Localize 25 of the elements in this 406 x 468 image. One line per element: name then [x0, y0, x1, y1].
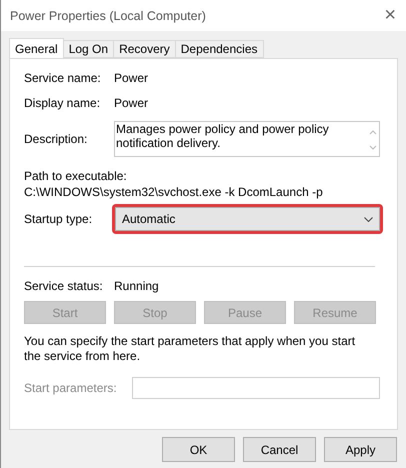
hint-text: You can specify the start parameters that apply when you start the service from here.: [24, 334, 356, 364]
field-label: Path to executable:: [24, 169, 128, 183]
dialog-button[interactable]: OK: [162, 437, 235, 462]
close-button[interactable]: ×: [384, 4, 396, 27]
field-label: Description:: [24, 132, 88, 146]
field-label: Display name:: [24, 96, 102, 110]
path-value: C:\WINDOWS\system32\svchost.exe -k DcomLaunch -p: [24, 185, 324, 199]
startup-type-dropdown[interactable]: Automatic: [115, 207, 380, 231]
tab[interactable]: Recovery: [113, 40, 176, 58]
field-value: Running: [114, 279, 159, 293]
tab[interactable]: Dependencies: [174, 40, 264, 58]
dialog-button[interactable]: Apply: [324, 437, 397, 462]
description-box[interactable]: Manages power policy and power policy notification delivery.: [114, 121, 380, 157]
field-label: Service name:: [24, 71, 102, 85]
tab[interactable]: Log On: [62, 40, 114, 58]
field-label: Startup type:: [24, 212, 94, 226]
tab[interactable]: General: [9, 38, 64, 58]
window-title: Power Properties (Local Computer): [10, 8, 206, 22]
scroll-arrows-icon: [369, 129, 377, 151]
dialog-button[interactable]: Cancel: [243, 437, 316, 462]
chevron-down-icon: [364, 216, 373, 222]
field-value: Power: [114, 71, 148, 85]
field-label: Service status:: [24, 279, 104, 293]
field-label: Start parameters:: [24, 381, 118, 395]
field-value: Power: [114, 96, 148, 110]
